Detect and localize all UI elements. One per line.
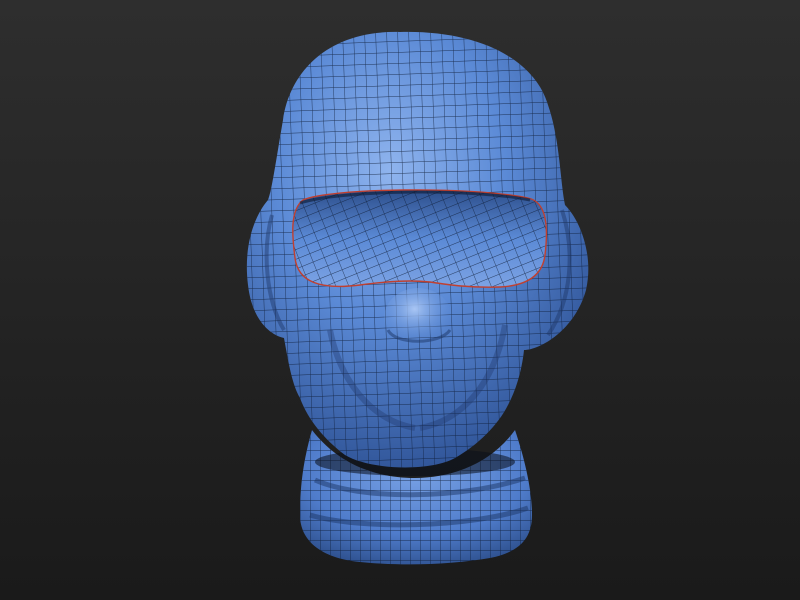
3d-viewport[interactable]	[0, 0, 800, 600]
head-model[interactable]	[0, 0, 800, 600]
nose-bump	[384, 288, 452, 348]
